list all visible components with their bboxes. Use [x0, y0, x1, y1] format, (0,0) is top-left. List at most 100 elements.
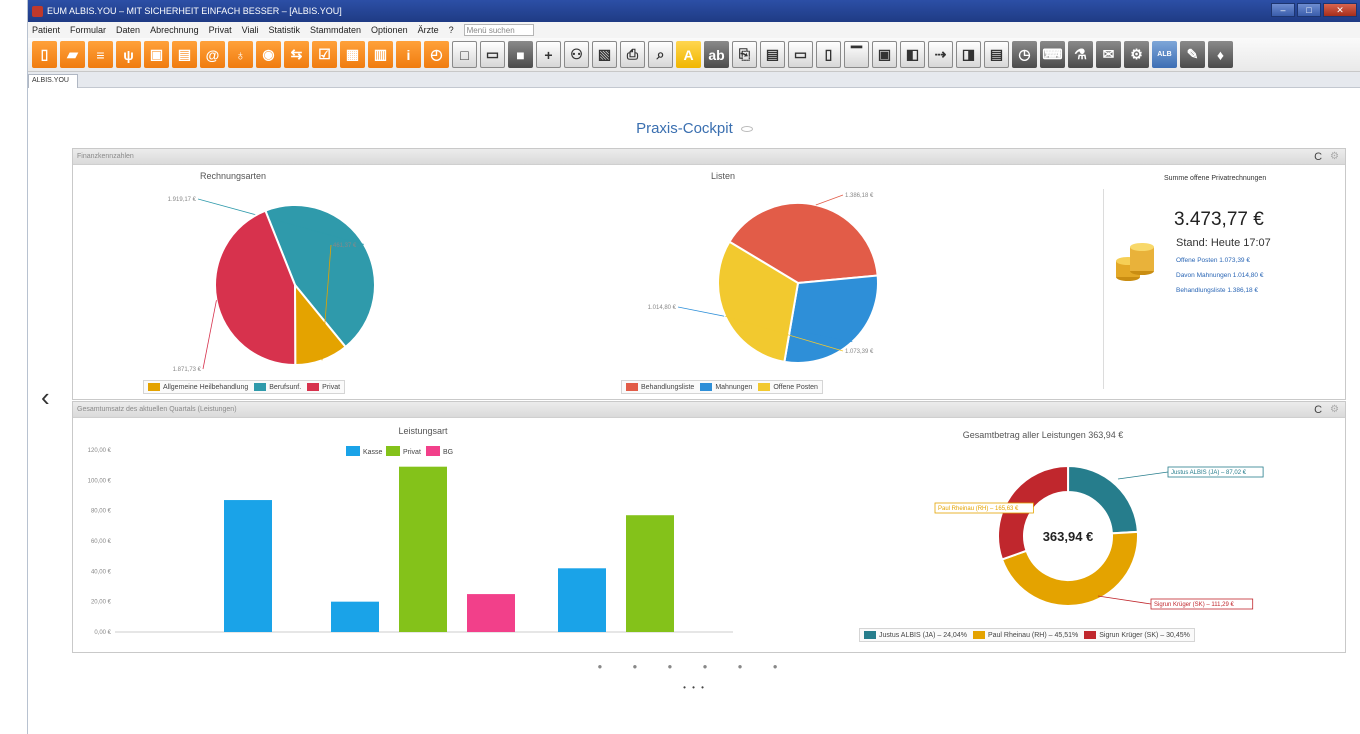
- clock-icon[interactable]: ◴: [424, 41, 449, 68]
- albis-icon[interactable]: ALB: [1152, 41, 1177, 68]
- legend-item: Justus ALBIS (JA) – 24,04%: [864, 631, 967, 639]
- menu-item-daten[interactable]: Daten: [116, 25, 140, 35]
- layout-6-icon[interactable]: ◧: [900, 41, 925, 68]
- bar-chart-icon[interactable]: ▥: [368, 41, 393, 68]
- page-title: Praxis-Cockpit: [636, 120, 733, 137]
- half-window-icon[interactable]: ▭: [480, 41, 505, 68]
- letter-icon[interactable]: ✉: [1096, 41, 1121, 68]
- close-button[interactable]: ✕: [1323, 3, 1357, 17]
- pie2-title: Listen: [710, 171, 736, 181]
- lab-icon[interactable]: ⚗: [1068, 41, 1093, 68]
- patient-card-icon[interactable]: ▣: [144, 41, 169, 68]
- bar[interactable]: [331, 601, 379, 632]
- gear-icon[interactable]: ⚙: [1330, 402, 1339, 418]
- document-icon[interactable]: ▤: [984, 41, 1009, 68]
- full-window-icon[interactable]: ■: [508, 41, 533, 68]
- minimize-button[interactable]: –: [1271, 3, 1295, 17]
- new-document-icon[interactable]: ▯: [32, 41, 57, 68]
- clipboard-icon[interactable]: ▤: [172, 41, 197, 68]
- drop-icon[interactable]: ♦: [1208, 41, 1233, 68]
- bar[interactable]: [224, 500, 272, 632]
- zoom-icon[interactable]: ⌕: [648, 41, 673, 68]
- keyboard-icon[interactable]: ⌨: [1040, 41, 1065, 68]
- summary-link-behandlungsliste[interactable]: Behandlungsliste 1.386,18 €: [1176, 287, 1258, 294]
- menu-item-privat[interactable]: Privat: [209, 25, 232, 35]
- menu-item-abrechnung[interactable]: Abrechnung: [150, 25, 199, 35]
- maximize-button[interactable]: □: [1297, 3, 1321, 17]
- menu-item-formular[interactable]: Formular: [70, 25, 106, 35]
- data-label: 1.919,17 €: [168, 197, 197, 203]
- refresh-icon[interactable]: C: [1314, 149, 1322, 165]
- print-icon[interactable]: ⎙: [620, 41, 645, 68]
- eye-icon[interactable]: [740, 126, 753, 133]
- layout-7-icon[interactable]: ⇢: [928, 41, 953, 68]
- open-folder-icon[interactable]: ▰: [60, 41, 85, 68]
- crosshair-icon[interactable]: +: [536, 41, 561, 68]
- swap-arrows-icon[interactable]: ⇆: [284, 41, 309, 68]
- menu-search-input[interactable]: Menü suchen: [463, 24, 534, 36]
- bar[interactable]: [399, 466, 447, 632]
- bar[interactable]: [467, 594, 515, 632]
- panel-header: Gesamtumsatz des aktuellen Quartals (Lei…: [73, 402, 1345, 418]
- menu-item-stammdaten[interactable]: Stammdaten: [310, 25, 361, 35]
- medicine-icon[interactable]: ♁: [228, 41, 253, 68]
- layout-8-icon[interactable]: ◨: [956, 41, 981, 68]
- layout-2-icon[interactable]: ▭: [788, 41, 813, 68]
- panel-services: Gesamtumsatz des aktuellen Quartals (Lei…: [72, 401, 1346, 653]
- menu-item-patient[interactable]: Patient: [32, 25, 60, 35]
- tab-albis-you[interactable]: ALBIS.YOU: [28, 74, 78, 88]
- copy-icon[interactable]: ⎘: [732, 41, 757, 68]
- bar[interactable]: [626, 515, 674, 632]
- bar-chart: 0,00 € 20,00 € 40,00 € 60,00 € 80,00 € 100,00…: [88, 446, 733, 636]
- record-icon[interactable]: ◉: [256, 41, 281, 68]
- blank-window-icon[interactable]: □: [452, 41, 477, 68]
- bar[interactable]: [558, 568, 606, 632]
- summary-link-mahnungen[interactable]: Davon Mahnungen 1.014,80 €: [1176, 272, 1263, 279]
- checkbox-icon[interactable]: ☑: [312, 41, 337, 68]
- summary-total: 3.473,77 €: [1174, 209, 1264, 230]
- y-tick-label: 20,00 €: [91, 600, 112, 606]
- data-label: 1.073,39 €: [845, 349, 874, 355]
- menu-item-aerzte[interactable]: Ärzte: [418, 25, 439, 35]
- y-tick-label: 100,00 €: [88, 478, 112, 484]
- leader-line: [1117, 471, 1169, 480]
- settings-icon[interactable]: ⚙: [1124, 41, 1149, 68]
- summary-link-offene-posten[interactable]: Offene Posten 1.073,39 €: [1176, 257, 1250, 264]
- pie-slice[interactable]: [1067, 464, 1139, 535]
- layout-4-icon[interactable]: ▔: [844, 41, 869, 68]
- binoculars-icon[interactable]: ⚇: [564, 41, 589, 68]
- cutlery-icon[interactable]: ψ: [116, 41, 141, 68]
- pencil-icon[interactable]: ✎: [1180, 41, 1205, 68]
- more-indicator[interactable]: • • •: [28, 683, 1360, 692]
- layout-5-icon[interactable]: ▣: [872, 41, 897, 68]
- font-a-icon[interactable]: A: [676, 41, 701, 68]
- panel-header: Finanzkennzahlen C ⚙: [73, 149, 1345, 165]
- document-search-icon[interactable]: ▧: [592, 41, 617, 68]
- history-icon[interactable]: ◷: [1012, 41, 1037, 68]
- layout-1-icon[interactable]: ▤: [760, 41, 785, 68]
- menu-item-statistik[interactable]: Statistik: [269, 25, 301, 35]
- leader-line: [202, 300, 217, 370]
- pie1-chart: 1.919,17 € 461,37 € 1.871,73 €: [168, 197, 376, 373]
- gear-icon[interactable]: ⚙: [1330, 149, 1339, 165]
- info-icon[interactable]: i: [396, 41, 421, 68]
- summary-stand: Stand: Heute 17:07: [1176, 237, 1271, 249]
- leader-line: [1097, 595, 1152, 605]
- donut-chart: 363,94 € Justus ALBIS (JA) – 87,02 € Paul …: [934, 464, 1264, 610]
- list-icon[interactable]: ≡: [88, 41, 113, 68]
- data-label: 1.386,18 €: [845, 193, 874, 199]
- email-icon[interactable]: @: [200, 41, 225, 68]
- refresh-icon[interactable]: C: [1314, 402, 1322, 418]
- previous-arrow[interactable]: ‹: [41, 382, 50, 413]
- legend-item: Behandlungsliste: [626, 383, 694, 391]
- menu-item-help[interactable]: ?: [449, 25, 454, 35]
- calendar-icon[interactable]: ▦: [340, 41, 365, 68]
- layout-3-icon[interactable]: ▯: [816, 41, 841, 68]
- text-ab-icon[interactable]: ab: [704, 41, 729, 68]
- menu-item-viali[interactable]: Viali: [242, 25, 259, 35]
- legend-item: Allgemeine Heilbehandlung: [148, 383, 248, 391]
- slider-dots[interactable]: ● ● ● ● ● ●: [28, 662, 1360, 671]
- legend-swatch: [346, 446, 360, 456]
- pie1-title: Rechnungsarten: [199, 171, 267, 181]
- menu-item-optionen[interactable]: Optionen: [371, 25, 408, 35]
